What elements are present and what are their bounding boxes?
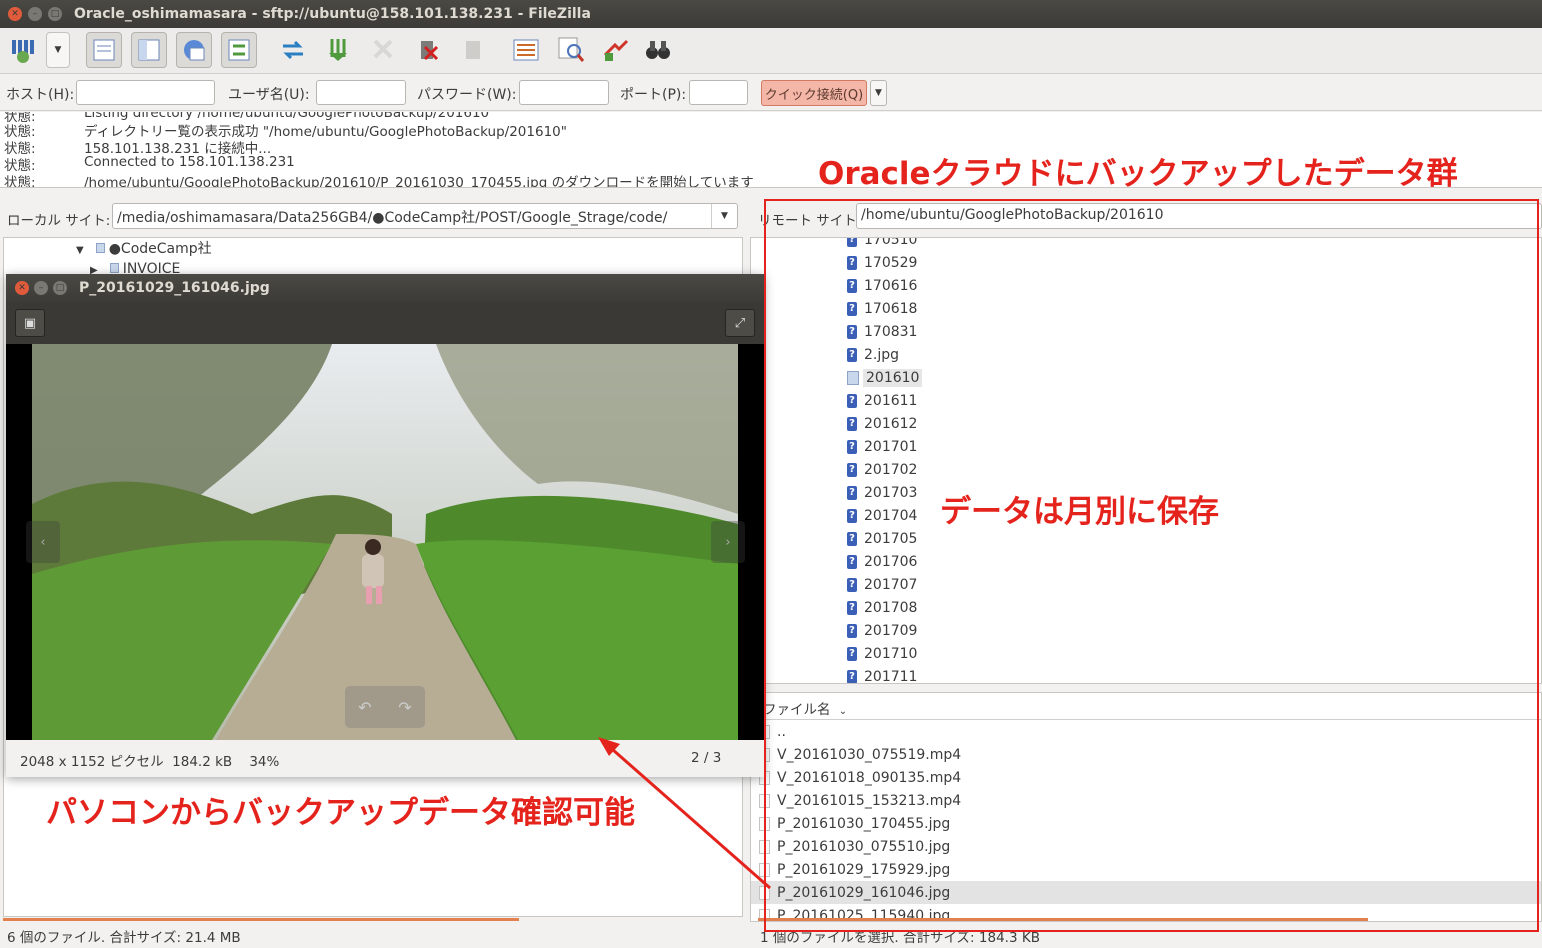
viewer-title: P_20161029_161046.jpg (79, 280, 270, 296)
photo-image (6, 344, 764, 740)
folder-icon (95, 243, 105, 253)
search-files-binoculars-icon[interactable] (640, 32, 676, 68)
rotate-controls: ↶ ↷ (345, 686, 425, 728)
password-input[interactable] (519, 80, 609, 105)
toggle-local-tree-icon[interactable] (131, 32, 167, 68)
local-site-bar: ローカル サイト: /media/oshimamasara/Data256GB4… (0, 195, 746, 237)
maximize-window-icon[interactable]: □ (48, 7, 62, 21)
tree-item[interactable]: ▼ ●CodeCamp社 (76, 238, 212, 258)
minimize-viewer-icon[interactable]: – (34, 281, 48, 295)
image-viewer-window: ✕ – □ P_20161029_161046.jpg ▣ ⤢ ‹ › ↶ ↷ … (6, 274, 764, 777)
local-path-value: /media/oshimamasara/Data256GB4/●CodeCamp… (117, 210, 668, 226)
local-progress-line (3, 918, 519, 921)
compare-directories-icon[interactable] (553, 32, 589, 68)
toggle-transfer-queue-icon[interactable] (221, 32, 257, 68)
local-path-combo[interactable]: /media/oshimamasara/Data256GB4/●CodeCamp… (112, 203, 738, 229)
close-viewer-icon[interactable]: ✕ (15, 281, 29, 295)
image-info: 2048 x 1152 ピクセル 184.2 kB 34% (20, 754, 280, 770)
quickconnect-bar: ホスト(H): ユーザ名(U): パスワード(W): ポート(P): クイック接… (0, 75, 1542, 111)
host-input[interactable] (76, 80, 215, 105)
disconnect-icon[interactable] (410, 32, 446, 68)
next-image-icon[interactable]: › (711, 521, 745, 563)
rotate-left-icon[interactable]: ↶ (358, 698, 371, 717)
viewer-toolbar: ▣ ⤢ (6, 302, 764, 344)
rotate-right-icon[interactable]: ↷ (398, 698, 411, 717)
user-input[interactable] (316, 80, 406, 105)
site-manager-dropdown-icon[interactable]: ▼ (46, 32, 70, 68)
previous-image-icon[interactable]: ‹ (26, 521, 60, 563)
cancel-operation-icon (365, 32, 401, 68)
toggle-remote-tree-icon[interactable] (176, 32, 212, 68)
annotation-highlight-box (764, 199, 1539, 932)
directory-listing-filters-icon[interactable] (508, 32, 544, 68)
user-label: ユーザ名(U): (228, 87, 310, 103)
password-label: パスワード(W): (417, 87, 517, 103)
local-site-label: ローカル サイト: (7, 213, 111, 229)
folder-icon (109, 263, 119, 273)
local-status: 6 個のファイル. 合計サイズ: 21.4 MB (7, 930, 241, 946)
annotation-top: Oracleクラウドにバックアップしたデータ群 (818, 156, 1458, 192)
gallery-icon[interactable]: ▣ (15, 309, 45, 337)
annotation-bottom: パソコンからバックアップデータ確認可能 (46, 795, 635, 831)
image-page: 2 / 3 (691, 750, 722, 766)
synchronized-browsing-icon[interactable] (598, 32, 634, 68)
viewer-image-area[interactable]: ‹ › ↶ ↷ (6, 344, 764, 740)
fullscreen-icon[interactable]: ⤢ (725, 309, 755, 337)
chevron-down-icon[interactable]: ▼ (711, 204, 737, 228)
viewer-titlebar: ✕ – □ P_20161029_161046.jpg (6, 274, 764, 302)
refresh-icon[interactable] (275, 32, 311, 68)
window-title: Oracle_oshimamasara - sftp://ubuntu@158.… (74, 6, 591, 22)
window-titlebar: ✕ – □ Oracle_oshimamasara - sftp://ubunt… (0, 0, 1542, 28)
process-queue-icon[interactable] (320, 32, 356, 68)
annotation-middle: データは月別に保存 (940, 494, 1219, 530)
expand-arrow-icon[interactable]: ▼ (76, 245, 84, 256)
quickconnect-dropdown-icon[interactable]: ▼ (870, 80, 887, 106)
site-manager-icon[interactable] (6, 32, 42, 68)
quickconnect-button[interactable]: クイック接続(Q) (761, 80, 867, 106)
maximize-viewer-icon[interactable]: □ (53, 281, 67, 295)
host-label: ホスト(H): (6, 87, 75, 103)
port-label: ポート(P): (620, 87, 687, 103)
main-toolbar: ▼ (0, 28, 1542, 74)
minimize-window-icon[interactable]: – (28, 7, 42, 21)
toggle-log-icon[interactable] (86, 32, 122, 68)
reconnect-icon (455, 32, 491, 68)
port-input[interactable] (689, 80, 748, 105)
close-window-icon[interactable]: ✕ (8, 7, 22, 21)
viewer-statusbar: 2048 x 1152 ピクセル 184.2 kB 34% 2 / 3 (6, 740, 764, 777)
